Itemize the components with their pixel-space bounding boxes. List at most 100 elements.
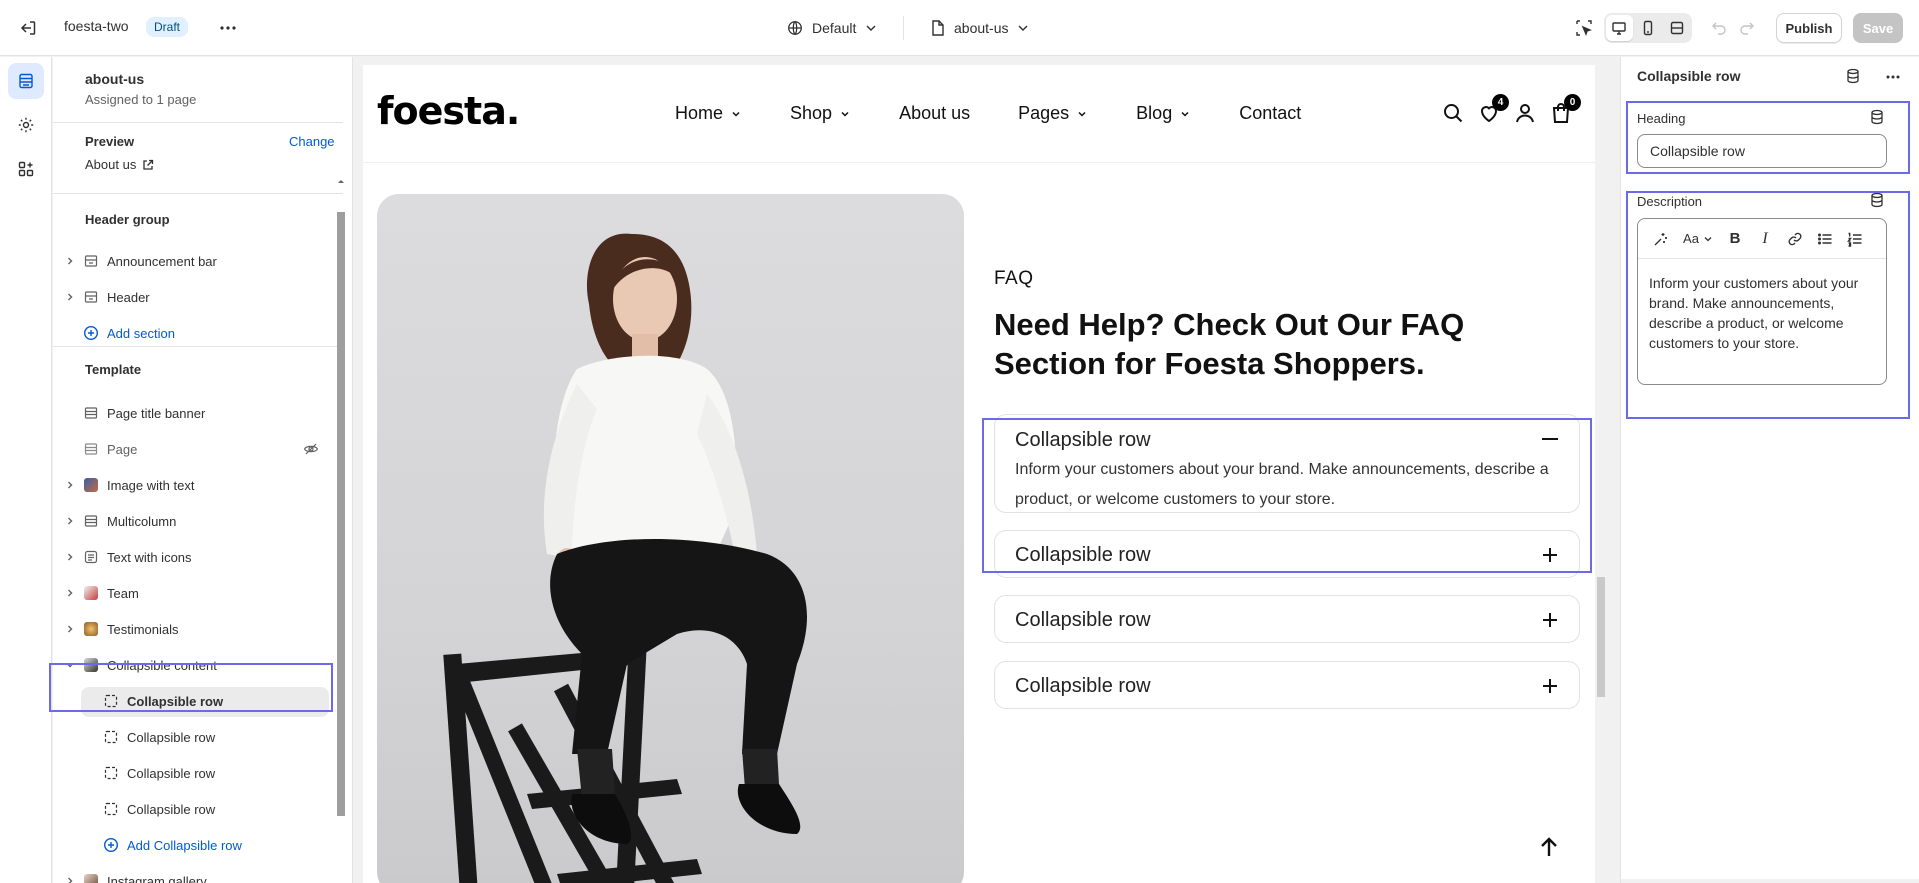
header-icons: 4 0 [1441, 94, 1581, 125]
block-collapsible-row-3[interactable]: Collapsible row [59, 758, 337, 788]
cart-bag-icon[interactable]: 0 [1549, 94, 1581, 125]
search-icon[interactable] [1441, 101, 1465, 125]
chevron-right-icon[interactable] [63, 588, 77, 598]
apps-icon[interactable] [8, 151, 44, 187]
collapsible-row-1[interactable]: Collapsible row Inform your customers ab… [994, 414, 1580, 513]
more-icon[interactable] [216, 16, 240, 40]
nav-blog[interactable]: Blog [1136, 103, 1191, 124]
numbered-list-icon[interactable] [1840, 225, 1870, 253]
section-multicolumn[interactable]: Multicolumn [59, 506, 337, 536]
page-assignment: Assigned to 1 page [85, 92, 197, 107]
inspector-icon[interactable] [1572, 16, 1596, 40]
chevron-right-icon[interactable] [63, 480, 77, 490]
section-header[interactable]: Header [59, 282, 337, 312]
bold-icon[interactable]: B [1720, 225, 1750, 253]
block-collapsible-row-1[interactable]: Collapsible row [59, 686, 337, 717]
chevron-right-icon[interactable] [63, 256, 77, 266]
plus-icon[interactable] [1541, 611, 1559, 629]
section-label: Multicolumn [107, 513, 177, 529]
nav-shop[interactable]: Shop [790, 103, 851, 124]
row-title: Collapsible row [1015, 544, 1151, 566]
section-label: Header [107, 289, 150, 305]
wishlist-count-badge: 4 [1492, 94, 1509, 111]
link-icon[interactable] [1780, 225, 1810, 253]
heading-input[interactable] [1637, 134, 1887, 168]
section-team[interactable]: Team [59, 578, 337, 608]
arrow-up-icon[interactable] [1537, 835, 1561, 859]
description-editor[interactable]: Aa B I Inform your customers about your … [1637, 218, 1887, 385]
section-announcement-bar[interactable]: Announcement bar [59, 246, 337, 276]
desktop-view-icon[interactable] [1606, 15, 1633, 41]
section-instagram-gallery[interactable]: Instagram gallery [59, 866, 337, 883]
exit-icon[interactable] [16, 16, 40, 40]
redo-icon[interactable] [1735, 16, 1759, 40]
plus-icon[interactable] [1541, 546, 1559, 564]
nav-label: About us [899, 103, 971, 123]
eye-hidden-icon[interactable] [303, 442, 319, 456]
font-size-icon: Aa [1683, 231, 1699, 246]
more-icon[interactable] [1883, 67, 1903, 87]
database-icon[interactable] [1869, 192, 1885, 208]
fullscreen-view-icon[interactable] [1663, 15, 1690, 41]
canvas-scrollbar-thumb[interactable] [1597, 577, 1605, 697]
section-text-with-icons[interactable]: Text with icons [59, 542, 337, 572]
chevron-right-icon[interactable] [63, 552, 77, 562]
faq-label: FAQ [994, 268, 1034, 289]
database-icon[interactable] [1845, 68, 1861, 84]
plus-icon[interactable] [1541, 677, 1559, 695]
publish-button[interactable]: Publish [1776, 13, 1842, 43]
bullet-list-icon[interactable] [1810, 225, 1840, 253]
globe-icon [786, 19, 804, 37]
collapsible-row-3[interactable]: Collapsible row [994, 595, 1580, 643]
model-photo [377, 194, 964, 883]
add-block-label: Add Collapsible row [127, 837, 242, 853]
nav-pages[interactable]: Pages [1018, 103, 1088, 124]
chevron-right-icon[interactable] [63, 292, 77, 302]
mobile-view-icon[interactable] [1635, 15, 1662, 41]
account-icon[interactable] [1513, 101, 1537, 125]
nav-about-us[interactable]: About us [899, 103, 970, 124]
text-style-dropdown[interactable]: Aa [1676, 225, 1720, 253]
chevron-right-icon[interactable] [63, 876, 77, 883]
magic-sparkle-icon[interactable] [1646, 225, 1676, 253]
save-button[interactable]: Save [1853, 13, 1903, 43]
add-block-button[interactable]: Add Collapsible row [59, 830, 337, 860]
template-selector[interactable]: Default [786, 16, 878, 40]
sections-icon[interactable] [8, 63, 44, 99]
preview-page-link[interactable]: About us [85, 157, 154, 172]
chevron-right-icon[interactable] [63, 516, 77, 526]
top-bar: foesta-two Draft Default about-us Publis… [0, 0, 1919, 56]
section-page-title-banner[interactable]: Page title banner [59, 398, 337, 428]
chevron-right-icon[interactable] [63, 624, 77, 634]
description-text[interactable]: Inform your customers about your brand. … [1649, 273, 1879, 353]
section-icon [83, 513, 99, 529]
panel-scrollbar[interactable] [1621, 879, 1919, 883]
section-image-with-text[interactable]: Image with text [59, 470, 337, 500]
block-icon [103, 729, 119, 745]
sidebar-scrollbar-thumb[interactable] [337, 212, 345, 816]
wishlist-heart-icon[interactable]: 4 [1477, 94, 1509, 125]
section-testimonials[interactable]: Testimonials [59, 614, 337, 644]
chevron-down-icon[interactable] [63, 660, 77, 670]
section-page[interactable]: Page [59, 434, 337, 464]
block-collapsible-row-2[interactable]: Collapsible row [59, 722, 337, 752]
section-collapsible-content[interactable]: Collapsible content [59, 650, 337, 680]
undo-icon[interactable] [1707, 16, 1731, 40]
image-thumb-icon [83, 657, 99, 673]
database-icon[interactable] [1869, 109, 1885, 125]
collapsible-row-2[interactable]: Collapsible row [994, 530, 1580, 578]
add-section-button[interactable]: Add section [59, 318, 337, 348]
nav-home[interactable]: Home [675, 103, 742, 124]
collapsible-row-4[interactable]: Collapsible row [994, 661, 1580, 709]
italic-icon[interactable]: I [1750, 225, 1780, 253]
block-label: Collapsible row [127, 765, 216, 781]
change-preview-link[interactable]: Change [289, 134, 335, 149]
section-label: Instagram gallery [107, 873, 207, 883]
external-link-icon [142, 159, 154, 171]
page-selector[interactable]: about-us [930, 16, 1030, 40]
block-collapsible-row-4[interactable]: Collapsible row [59, 794, 337, 824]
settings-gear-icon[interactable] [8, 107, 44, 143]
minus-icon[interactable] [1541, 430, 1559, 448]
store-logo[interactable]: foesta. [377, 89, 520, 133]
nav-contact[interactable]: Contact [1239, 103, 1301, 124]
